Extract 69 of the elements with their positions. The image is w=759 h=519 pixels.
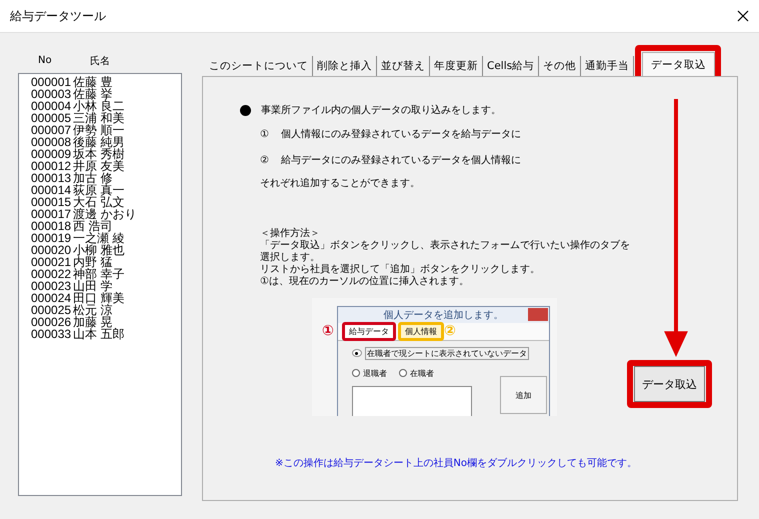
employee-name[interactable]: 加古 修 [73, 172, 112, 184]
employee-name[interactable]: 一之瀬 綾 [73, 232, 124, 244]
import-button[interactable]: データ取込 [634, 366, 705, 402]
employee-name[interactable]: 松元 涼 [73, 304, 112, 316]
employee-number[interactable]: 000020 [31, 244, 73, 256]
employee-name[interactable]: 小柳 雅也 [73, 244, 124, 256]
employee-name[interactable]: 山田 学 [73, 280, 112, 292]
employee-number[interactable]: 000004 [31, 100, 73, 112]
employee-number[interactable]: 000009 [31, 148, 73, 160]
employee-name[interactable]: 三浦 和美 [73, 112, 124, 124]
employee-name[interactable]: 井原 友美 [73, 160, 124, 172]
employee-number[interactable]: 000024 [31, 292, 73, 304]
employee-name[interactable]: 神部 幸子 [73, 268, 124, 280]
employee-name[interactable]: 加藤 晃 [73, 316, 112, 328]
employee-name[interactable]: 小林 良二 [73, 100, 124, 112]
callout-number: ② [444, 323, 456, 339]
employee-number[interactable]: 000019 [31, 232, 73, 244]
instruction-text: リストから社員を選択して「追加」ボタンをクリックします。 [260, 264, 541, 276]
employee-number[interactable]: 000033 [31, 328, 73, 340]
employee-number[interactable]: 000025 [31, 304, 73, 316]
employee-name[interactable]: 山本 五郎 [73, 328, 124, 340]
employee-name[interactable]: 西 浩司 [73, 220, 112, 232]
tab[interactable]: データ取込 [642, 52, 716, 76]
employee-number[interactable]: 000018 [31, 220, 73, 232]
item-text: 個人情報にのみ登録されているデータを給与データに [280, 128, 521, 141]
employee-number[interactable]: 000008 [31, 136, 73, 148]
item-marker: ① [260, 128, 269, 140]
section-heading: ＜操作方法＞ [260, 228, 321, 240]
employee-number[interactable]: 000023 [31, 280, 73, 292]
item-marker: ② [260, 154, 269, 166]
employee-name[interactable]: 大石 弘文 [73, 196, 124, 208]
employee-list[interactable] [18, 73, 182, 496]
employee-number[interactable]: 000001 [31, 76, 73, 88]
employee-number[interactable]: 000015 [31, 196, 73, 208]
employee-number[interactable]: 000021 [31, 256, 73, 268]
instruction-text: 「データ取込」ボタンをクリックし、表示されたフォームで行いたい操作のタブを [260, 240, 631, 252]
callout-number: ① [322, 323, 334, 339]
employee-number[interactable]: 000026 [31, 316, 73, 328]
instruction-text: ①は、現在のカーソルの位置に挿入されます。 [260, 276, 470, 288]
employee-name[interactable]: 荻原 真一 [73, 184, 124, 196]
employee-name[interactable]: 佐藤 豊 [73, 76, 112, 88]
employee-name[interactable]: 伊勢 順一 [73, 124, 124, 136]
intro-text: 事業所ファイル内の個人データの取り込みをします。 [261, 104, 501, 117]
column-header: No [37, 55, 53, 66]
employee-number[interactable]: 000005 [31, 112, 73, 124]
employee-number[interactable]: 000014 [31, 184, 73, 196]
employee-number[interactable]: 000003 [31, 88, 73, 100]
item-text: 給与データにのみ登録されているデータを個人情報に [280, 154, 521, 167]
instruction-text: 選択します。 [260, 252, 321, 264]
employee-number[interactable]: 000017 [31, 208, 73, 220]
employee-number[interactable]: 000007 [31, 124, 73, 136]
radio-label: 退職者 [363, 368, 387, 378]
employee-name[interactable]: 坂本 秀樹 [73, 148, 124, 160]
note-text: ※この操作は給与データシート上の社員No欄をダブルクリックしても可能です。 [274, 456, 638, 470]
window-title: 給与データツール [10, 8, 106, 24]
employee-number[interactable]: 000012 [31, 160, 73, 172]
employee-name[interactable]: 後藤 純男 [73, 136, 124, 148]
bullet-icon [240, 104, 251, 116]
radio-label: 在職者 [410, 368, 434, 378]
employee-name[interactable]: 佐藤 挙 [73, 88, 112, 100]
employee-name[interactable]: 渡邊 かおり [73, 208, 136, 220]
employee-name[interactable]: 内野 猛 [73, 256, 112, 268]
column-header: 氏名 [89, 54, 110, 68]
employee-name[interactable]: 田口 輝美 [73, 292, 124, 304]
summary-text: それぞれ追加することができます。 [259, 176, 421, 191]
employee-number[interactable]: 000013 [31, 172, 73, 184]
employee-number[interactable]: 000022 [31, 268, 73, 280]
radio-label: 在職者で現シートに表示されていないデータ [365, 346, 529, 360]
dialog-title: 個人データを追加します。 [384, 308, 504, 322]
